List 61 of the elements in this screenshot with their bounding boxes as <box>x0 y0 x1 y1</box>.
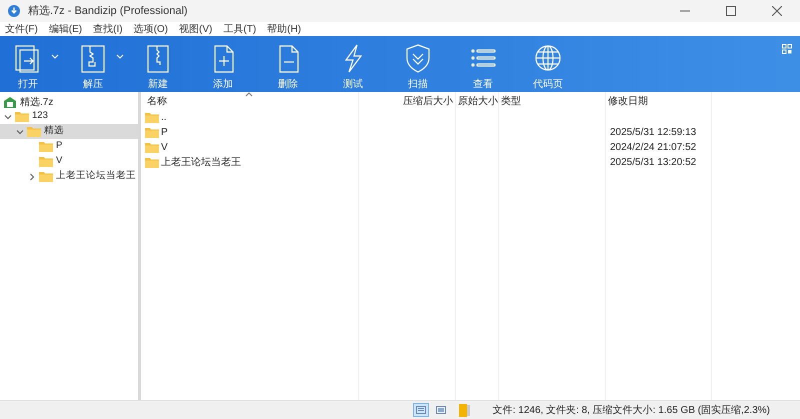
tree-label: 上老王论坛当老王 <box>56 169 136 184</box>
tree-item[interactable]: P <box>0 139 138 154</box>
toolbar-button[interactable]: 扫描 <box>400 42 436 92</box>
file-name-cell[interactable]: 上老王论坛当老王 <box>145 155 359 170</box>
picture-view-icon <box>436 406 446 414</box>
folder-icon <box>39 171 53 182</box>
folder-icon <box>145 157 159 168</box>
close-icon <box>772 6 782 16</box>
folder-icon <box>39 156 53 167</box>
tree-label: 精选 <box>44 124 64 138</box>
modified-date-cell-text: 2025/5/31 13:20:52 <box>609 156 698 170</box>
tree-item[interactable]: 上老王论坛当老王 <box>0 169 138 184</box>
layout-icon[interactable] <box>782 44 792 54</box>
column-header[interactable]: 修改日期 <box>606 94 712 109</box>
file-name-cell[interactable]: V <box>145 140 359 155</box>
tree-label: V <box>56 154 62 168</box>
dropdown-icon <box>116 54 124 60</box>
folder-icon <box>145 112 159 123</box>
status-text: 文件: 1246, 文件夹: 8, 压缩文件大小: 1.65 GB (固实压缩,2.3%) <box>492 404 770 418</box>
column-header[interactable]: 压缩后大小 <box>359 94 456 109</box>
tree-item[interactable]: 123 <box>0 109 138 124</box>
modified-date-cell-text: 2024/2/24 21:07:52 <box>609 141 698 155</box>
menu-item[interactable]: 选项(O) <box>132 22 170 36</box>
toolbar-button[interactable]: 新建 <box>140 42 176 92</box>
column-header[interactable]: 类型 <box>499 94 606 109</box>
folder-icon <box>145 127 159 138</box>
tree-label: 123 <box>32 109 48 124</box>
menu-item[interactable]: 编辑(E) <box>48 22 84 36</box>
file-name-cell[interactable]: .. <box>145 110 359 125</box>
toolbar-button[interactable]: 解压 <box>75 42 129 92</box>
folder-icon <box>39 141 53 152</box>
menu-item[interactable]: 工具(T) <box>222 22 258 36</box>
toolbar-button[interactable]: 代码页 <box>530 42 566 92</box>
column-header[interactable]: 原始大小 <box>456 94 499 109</box>
column-header[interactable]: 名称 <box>145 94 359 109</box>
tree-item[interactable]: 精选 <box>0 124 138 139</box>
tree-root-label: 精选.7z <box>20 96 54 110</box>
file-name-cell[interactable]: P <box>145 125 359 140</box>
toolbar-button[interactable]: 测试 <box>335 42 371 92</box>
toolbar-button[interactable]: 添加 <box>205 42 241 92</box>
toolbar-button[interactable]: 查看 <box>465 42 501 92</box>
dropdown-icon <box>51 54 59 60</box>
folder-icon <box>27 126 41 137</box>
tree-item[interactable]: V <box>0 154 138 169</box>
toolbar-button[interactable]: 打开 <box>10 42 64 92</box>
details-view-button[interactable] <box>412 403 429 417</box>
maximize-icon <box>726 6 736 16</box>
toolbar-button[interactable]: 删除 <box>270 42 306 92</box>
menu-item[interactable]: 视图(V) <box>178 22 214 36</box>
archive-icon <box>4 96 16 108</box>
modified-date-cell-text: 2025/5/31 12:59:13 <box>609 126 698 140</box>
window-title: 精选.7z - Bandizip (Professional) <box>28 4 188 19</box>
folder-icon <box>15 111 29 122</box>
folder-icon <box>145 142 159 153</box>
menu-item[interactable]: 文件(F) <box>4 22 39 36</box>
app-logo-icon <box>8 5 20 17</box>
chevron-right-icon[interactable] <box>28 172 36 180</box>
tree-label: P <box>56 139 62 154</box>
list-view-icon <box>416 406 426 414</box>
menu-item[interactable]: 帮助(H) <box>266 22 302 36</box>
menu-item[interactable]: 查找(I) <box>92 22 124 36</box>
